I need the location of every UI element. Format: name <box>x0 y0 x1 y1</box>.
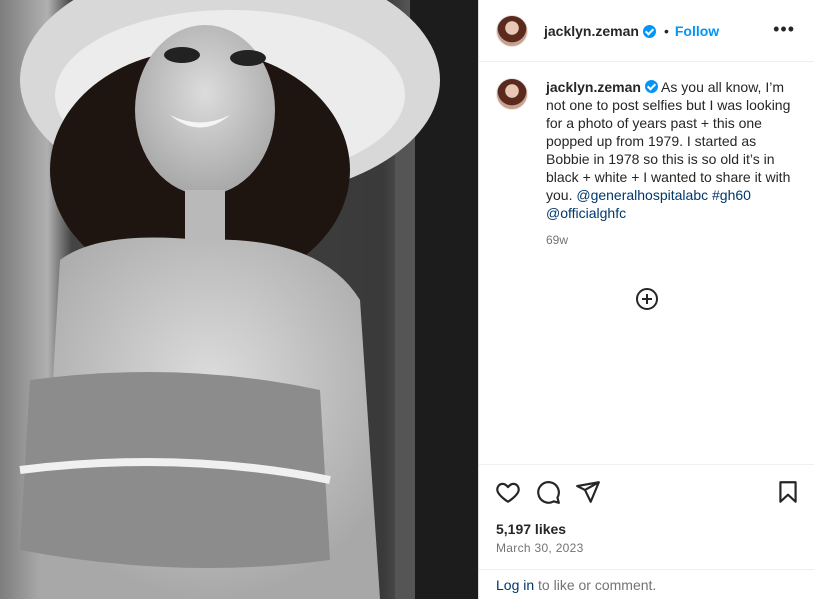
caption-block: jacklyn.zeman As you all know, I’m not o… <box>496 78 801 247</box>
photo-illustration <box>0 0 478 599</box>
post-date[interactable]: March 30, 2023 <box>496 541 584 555</box>
login-link[interactable]: Log in <box>496 577 534 593</box>
caption-text: jacklyn.zeman As you all know, I’m not o… <box>546 78 801 222</box>
post-photo[interactable] <box>0 0 478 599</box>
plus-circle-icon[interactable] <box>636 288 658 310</box>
mention-generalhospitalabc[interactable]: @generalhospitalabc <box>576 187 708 203</box>
post-header: jacklyn.zeman • Follow ••• <box>479 0 814 62</box>
verified-badge-icon <box>642 25 656 38</box>
mention-officialghfc[interactable]: @officialghfc <box>546 205 626 221</box>
hashtag-gh60[interactable]: #gh60 <box>712 187 751 203</box>
avatar[interactable] <box>496 14 528 47</box>
share-icon[interactable] <box>575 479 601 505</box>
caption-username[interactable]: jacklyn.zeman <box>546 79 641 95</box>
header-username[interactable]: jacklyn.zeman <box>544 23 639 39</box>
follow-button[interactable]: Follow <box>675 23 719 39</box>
login-suffix: to like or comment. <box>534 577 657 593</box>
action-bar <box>495 479 799 505</box>
comment-icon[interactable] <box>535 479 561 505</box>
caption-verified-badge-icon <box>644 80 658 93</box>
post-actions-section: 5,197 likes March 30, 2023 <box>479 464 814 569</box>
bookmark-icon[interactable] <box>775 479 801 505</box>
post-side-panel: jacklyn.zeman • Follow ••• jacklyn.zeman… <box>478 0 814 599</box>
separator-dot: • <box>663 22 669 39</box>
heart-icon[interactable] <box>495 479 521 505</box>
login-bar: Log in to like or comment. <box>479 569 814 599</box>
more-options-icon[interactable]: ••• <box>773 20 795 38</box>
caption-time-ago[interactable]: 69w <box>546 233 801 247</box>
caption-body: As you all know, I’m not one to post sel… <box>546 79 791 203</box>
likes-count[interactable]: 5,197 likes <box>496 521 566 537</box>
caption-avatar[interactable] <box>496 78 528 110</box>
